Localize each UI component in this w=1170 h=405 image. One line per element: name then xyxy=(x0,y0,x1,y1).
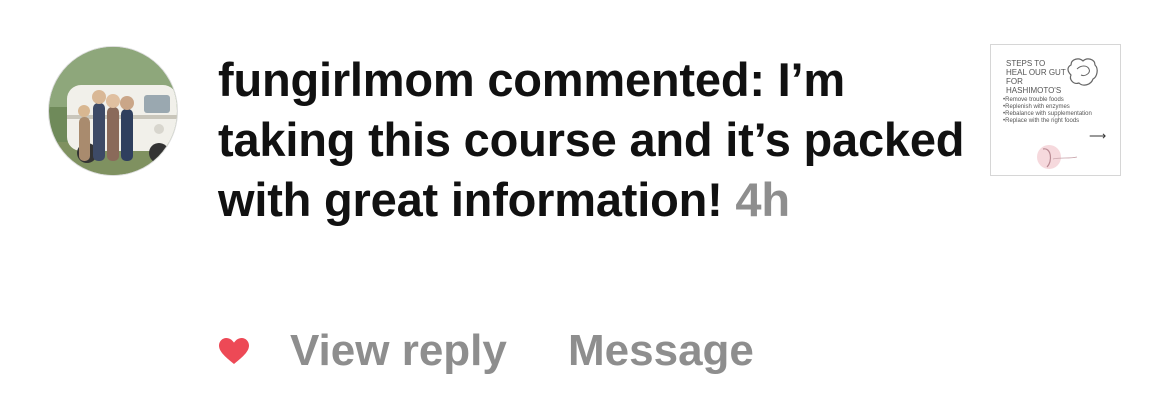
comment-notification[interactable]: fungirlmom commented: I’m taking this co… xyxy=(0,0,1170,405)
thumbnail-bullet: Replace with the right foods xyxy=(1003,118,1092,125)
post-thumbnail[interactable]: STEPS TO HEAL OUR GUT FOR HASHIMOTO'S Re… xyxy=(990,44,1121,176)
thumbnail-bullets: Remove trouble foods Replenish with enzy… xyxy=(1003,97,1092,125)
logo-icon xyxy=(1037,145,1078,169)
thumbnail-bullet: Remove trouble foods xyxy=(1003,97,1092,104)
username-link[interactable]: fungirlmom xyxy=(218,53,475,106)
gut-icon xyxy=(1067,58,1098,86)
heart-icon[interactable] xyxy=(218,337,250,365)
thumbnail-bullet: Rebalance with supplementation xyxy=(1003,111,1092,118)
thumbnail-bullet: Replenish with enzymes xyxy=(1003,104,1092,111)
arrow-right-icon: ⟶ xyxy=(1089,129,1107,143)
action-text: commented: xyxy=(487,53,765,106)
timestamp: 4h xyxy=(735,173,790,226)
view-reply-button[interactable]: View reply xyxy=(290,326,507,376)
avatar-photo xyxy=(49,47,177,175)
message-button[interactable]: Message xyxy=(568,326,754,376)
comment-text: fungirlmom commented: I’m taking this co… xyxy=(218,50,978,230)
avatar[interactable] xyxy=(48,46,178,176)
